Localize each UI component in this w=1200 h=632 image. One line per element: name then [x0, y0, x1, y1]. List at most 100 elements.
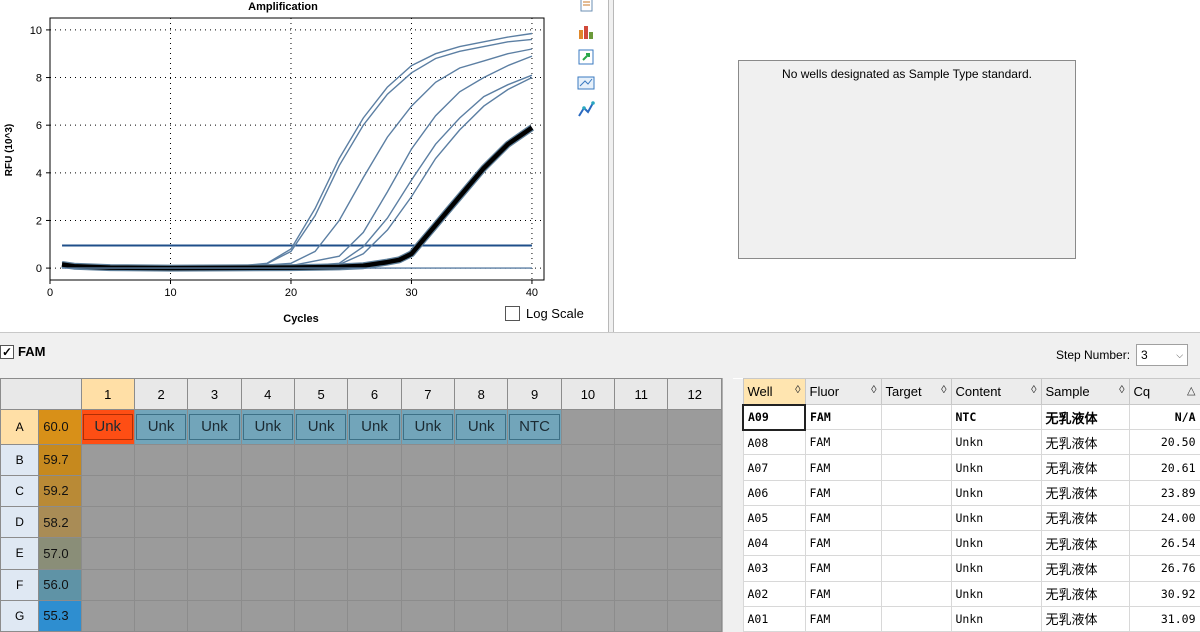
row-selector[interactable]: [733, 530, 743, 556]
cell-target[interactable]: [880, 605, 952, 632]
plate-well-empty[interactable]: [187, 599, 242, 632]
step-number-select[interactable]: 3 ⌵: [1136, 344, 1189, 366]
cell-target[interactable]: [880, 479, 952, 506]
cell-content[interactable]: Unkn: [950, 429, 1042, 456]
header-well[interactable]: Well ◊: [742, 378, 806, 405]
plate-well-empty[interactable]: [507, 443, 562, 476]
cell-cq[interactable]: 23.89: [1128, 479, 1200, 506]
plate-well-empty[interactable]: [560, 443, 616, 476]
cell-well[interactable]: A04: [742, 530, 806, 557]
plate-well-empty[interactable]: [80, 568, 135, 601]
plate-column-header[interactable]: 3: [187, 377, 242, 411]
cell-content[interactable]: Unkn: [950, 580, 1042, 607]
results-row[interactable]: A05 FAM Unkn 无乳液体 24.00: [733, 504, 1200, 532]
cell-sample[interactable]: 无乳液体: [1040, 530, 1130, 557]
row-selector[interactable]: [733, 404, 743, 430]
cell-content[interactable]: NTC: [950, 403, 1042, 431]
plate-well-empty[interactable]: [507, 599, 562, 632]
cell-target[interactable]: [880, 530, 952, 557]
cell-well[interactable]: A05: [742, 504, 806, 532]
plate-well-empty[interactable]: [240, 443, 295, 476]
plate-well-empty[interactable]: [560, 506, 616, 539]
cell-well[interactable]: A09: [742, 403, 806, 431]
cell-content[interactable]: Unkn: [950, 555, 1042, 582]
plate-row-header[interactable]: A: [0, 409, 40, 445]
results-row[interactable]: A06 FAM Unkn 无乳液体 23.89: [733, 479, 1200, 506]
cell-cq[interactable]: N/A: [1128, 403, 1200, 431]
plate-well-empty[interactable]: [133, 599, 189, 632]
chart-line-icon[interactable]: [575, 98, 597, 120]
cell-sample[interactable]: 无乳液体: [1040, 429, 1130, 456]
plate-well-empty[interactable]: [293, 474, 349, 508]
plate-well-empty[interactable]: [187, 568, 242, 601]
header-content[interactable]: Content ◊: [950, 378, 1042, 405]
plate-well-empty[interactable]: [347, 599, 402, 632]
cell-well[interactable]: A02: [742, 580, 806, 607]
plate-well-empty[interactable]: [667, 506, 722, 539]
plate-well-empty[interactable]: [614, 506, 669, 539]
cell-cq[interactable]: 31.09: [1128, 605, 1200, 632]
plate-row-header[interactable]: D: [0, 506, 40, 539]
plate-well-empty[interactable]: [347, 443, 402, 476]
plate-well-empty[interactable]: [293, 506, 349, 539]
row-selector[interactable]: [733, 480, 743, 506]
plate-well-empty[interactable]: [240, 568, 295, 601]
plate-well[interactable]: Unk: [347, 409, 402, 445]
plate-well[interactable]: Unk: [454, 409, 509, 445]
cell-well[interactable]: A01: [742, 605, 806, 632]
plate-well[interactable]: Unk: [400, 409, 456, 445]
plate-well-empty[interactable]: [187, 443, 242, 476]
cell-content[interactable]: Unkn: [950, 454, 1042, 481]
cell-sample[interactable]: 无乳液体: [1040, 580, 1130, 607]
plate-well-empty[interactable]: [400, 443, 456, 476]
plate-column-header[interactable]: 4: [240, 377, 295, 411]
cell-target[interactable]: [880, 429, 952, 456]
plate-row-header[interactable]: F: [0, 568, 40, 601]
plate-well-empty[interactable]: [454, 568, 509, 601]
cell-target[interactable]: [880, 555, 952, 582]
fam-checkbox[interactable]: ✓: [0, 344, 14, 359]
plate-column-header[interactable]: 9: [507, 377, 562, 411]
row-selector[interactable]: [733, 606, 743, 632]
plate-well-empty[interactable]: [133, 568, 189, 601]
plate-well-empty[interactable]: [187, 474, 242, 508]
cell-target[interactable]: [880, 504, 952, 532]
results-row[interactable]: A07 FAM Unkn 无乳液体 20.61: [733, 454, 1200, 481]
plate-well-empty[interactable]: [560, 599, 616, 632]
plate-well-empty[interactable]: [667, 409, 722, 445]
plate-column-header[interactable]: 12: [667, 377, 722, 411]
plate-well-empty[interactable]: [614, 443, 669, 476]
chart-tools-icon[interactable]: [575, 72, 597, 94]
cell-fluor[interactable]: FAM: [804, 479, 882, 506]
cell-fluor[interactable]: FAM: [804, 454, 882, 481]
plate-well-empty[interactable]: [293, 568, 349, 601]
cell-fluor[interactable]: FAM: [804, 403, 882, 431]
fam-checkbox-group[interactable]: ✓ FAM: [0, 344, 45, 359]
plate-well-empty[interactable]: [240, 506, 295, 539]
header-fluor[interactable]: Fluor ◊: [804, 378, 882, 405]
results-row[interactable]: A03 FAM Unkn 无乳液体 26.76: [733, 555, 1200, 582]
plate-column-header[interactable]: 7: [400, 377, 456, 411]
plate-well-empty[interactable]: [667, 443, 722, 476]
plate-well-empty[interactable]: [507, 506, 562, 539]
cell-cq[interactable]: 30.92: [1128, 580, 1200, 607]
cell-content[interactable]: Unkn: [950, 605, 1042, 632]
plate-well-empty[interactable]: [560, 537, 616, 570]
plate-well-empty[interactable]: [347, 537, 402, 570]
table-splitter[interactable]: [722, 378, 732, 632]
cell-target[interactable]: [880, 580, 952, 607]
cell-target[interactable]: [880, 454, 952, 481]
plate-well-empty[interactable]: [454, 537, 509, 570]
plate-well-empty[interactable]: [347, 474, 402, 508]
cell-well[interactable]: A08: [742, 429, 806, 456]
cell-cq[interactable]: 20.50: [1128, 429, 1200, 456]
cell-cq[interactable]: 26.76: [1128, 555, 1200, 582]
plate-column-header[interactable]: 2: [133, 377, 189, 411]
header-target[interactable]: Target ◊: [880, 378, 952, 405]
cell-cq[interactable]: 26.54: [1128, 530, 1200, 557]
cell-cq[interactable]: 24.00: [1128, 504, 1200, 532]
cell-sample[interactable]: 无乳液体: [1040, 403, 1130, 431]
plate-well-empty[interactable]: [667, 474, 722, 508]
row-selector[interactable]: [733, 555, 743, 582]
plate-well-empty[interactable]: [187, 506, 242, 539]
